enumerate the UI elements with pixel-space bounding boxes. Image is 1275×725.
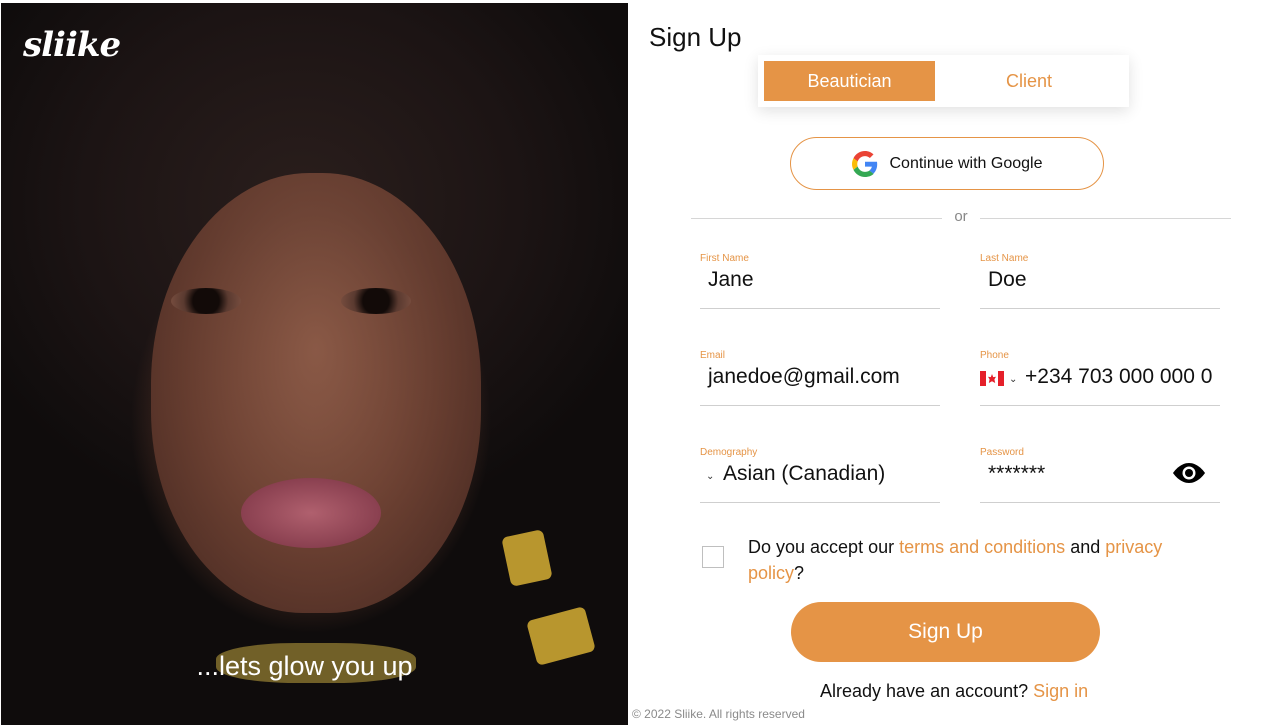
role-tab-client[interactable]: Client — [935, 61, 1123, 101]
terms-suffix: ? — [794, 563, 805, 583]
eye-icon[interactable] — [1172, 461, 1206, 485]
phone-field[interactable]: Phone ⌄ +234 703 000 000 0 — [980, 350, 1220, 406]
demography-label: Demography — [700, 447, 758, 458]
email-field[interactable]: Email janedoe@gmail.com — [700, 350, 940, 406]
page-title: Sign Up — [649, 22, 742, 52]
first-name-label: First Name — [700, 253, 749, 264]
divider-line — [980, 218, 1231, 219]
password-label: Password — [980, 447, 1024, 458]
last-name-input[interactable]: Doe — [988, 268, 1216, 292]
copyright-text: © 2022 Sliike. All rights reserved — [632, 707, 805, 721]
brand-logo: sliike — [23, 25, 121, 65]
first-name-field[interactable]: First Name Jane — [700, 253, 940, 309]
google-icon — [851, 150, 877, 177]
divider-line — [691, 218, 942, 219]
last-name-label: Last Name — [980, 253, 1029, 264]
hero-ring — [501, 529, 553, 587]
phone-input[interactable]: +234 703 000 000 0 — [1025, 365, 1253, 389]
chevron-down-icon[interactable]: ⌄ — [1009, 374, 1017, 385]
hero-lips — [241, 478, 381, 548]
hero-eye — [341, 288, 411, 314]
hero-image-panel: sliike ...lets glow you up — [1, 3, 628, 725]
terms-link[interactable]: terms and conditions — [899, 537, 1065, 557]
google-button-label: Continue with Google — [889, 154, 1043, 172]
have-account-text: Already have an account? — [820, 681, 1034, 701]
continue-with-google-button[interactable]: Continue with Google — [790, 137, 1104, 190]
divider-text: or — [954, 208, 968, 225]
terms-middle: and — [1065, 537, 1106, 557]
first-name-input[interactable]: Jane — [708, 268, 936, 292]
email-label: Email — [700, 350, 726, 361]
sign-in-link[interactable]: Sign in — [1033, 681, 1088, 701]
email-input[interactable]: janedoe@gmail.com — [708, 365, 936, 389]
phone-label: Phone — [980, 350, 1009, 361]
role-toggle: Beautician Client — [758, 55, 1129, 107]
role-tab-beautician[interactable]: Beautician — [764, 61, 935, 101]
last-name-field[interactable]: Last Name Doe — [980, 253, 1220, 309]
hero-eye — [171, 288, 241, 314]
chevron-down-icon[interactable]: ⌄ — [706, 471, 714, 482]
hero-tagline: ...lets glow you up — [196, 651, 413, 681]
canada-flag-icon[interactable] — [980, 371, 1004, 386]
or-divider: or — [691, 208, 1231, 228]
demography-select[interactable]: Asian (Canadian) — [723, 462, 951, 486]
demography-field[interactable]: Demography ⌄ Asian (Canadian) — [700, 447, 940, 503]
terms-text: Do you accept our terms and conditions a… — [748, 534, 1218, 586]
sign-up-button[interactable]: Sign Up — [791, 602, 1100, 662]
have-account-row: Already have an account? Sign in — [0, 681, 1275, 702]
terms-checkbox[interactable] — [702, 546, 724, 568]
terms-prefix: Do you accept our — [748, 537, 900, 557]
password-field[interactable]: Password ******* — [980, 447, 1220, 503]
